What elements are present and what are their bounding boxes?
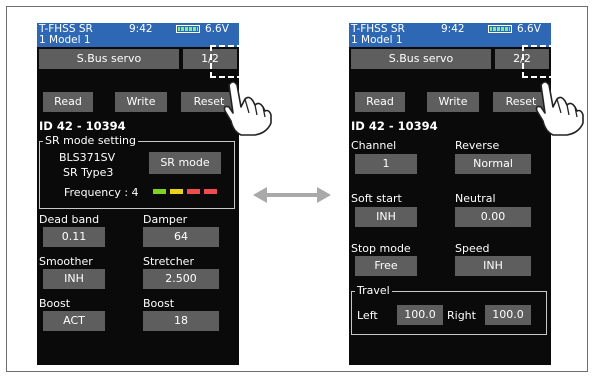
double-arrow-icon	[253, 187, 331, 203]
clock: 9:42	[441, 23, 465, 35]
sbus-servo-button[interactable]: S.Bus servo	[39, 49, 179, 69]
smoother-value[interactable]: INH	[43, 269, 105, 289]
neutral-label: Neutral	[455, 192, 496, 205]
tapping-hand-icon	[223, 81, 272, 136]
model-name: 1 Model 1	[351, 34, 403, 46]
boost-value[interactable]: ACT	[43, 311, 105, 331]
dead-band-label: Dead band	[39, 213, 100, 226]
frequency-label: Frequency : 4	[64, 186, 139, 199]
sr-mode-button[interactable]: SR mode	[149, 152, 221, 174]
page-button-highlight	[210, 45, 261, 78]
servo-type: SR Type3	[63, 166, 114, 179]
travel-right-label: Right	[447, 309, 476, 322]
reverse-label: Reverse	[455, 139, 500, 152]
stretcher-label: Stretcher	[143, 255, 194, 268]
speed-label: Speed	[455, 242, 490, 255]
stretcher-value[interactable]: 2.500	[143, 269, 219, 289]
write-button[interactable]: Write	[427, 92, 479, 112]
travel-group-title: Travel	[355, 284, 392, 297]
right-screen: T-FHSS SR 9:42 6.6V 1 Model 1 S.Bus serv…	[349, 23, 551, 365]
neutral-value[interactable]: 0.00	[455, 207, 531, 227]
travel-right-value[interactable]: 100.0	[485, 305, 531, 325]
speed-value[interactable]: INH	[455, 256, 531, 276]
channel-label: Channel	[351, 139, 397, 152]
smoother-label: Smoother	[39, 255, 93, 268]
servo-id: ID 42 - 10394	[39, 119, 126, 133]
left-screen: T-FHSS SR 9:42 6.6V 1 Model 1 S.Bus serv…	[37, 23, 239, 365]
dead-band-value[interactable]: 0.11	[43, 227, 105, 247]
damper-label: Damper	[143, 213, 188, 226]
tapping-hand-icon	[535, 81, 584, 136]
reverse-value[interactable]: Normal	[455, 154, 531, 174]
freq-bar	[153, 189, 166, 194]
status-bar: T-FHSS SR 9:42 6.6V 1 Model 1	[349, 23, 551, 47]
channel-value[interactable]: 1	[355, 154, 417, 174]
boost-level-label: Boost	[143, 297, 175, 310]
stop-mode-value[interactable]: Free	[355, 256, 417, 276]
read-button[interactable]: Read	[43, 92, 93, 112]
soft-start-value[interactable]: INH	[355, 207, 417, 227]
battery-voltage: 6.6V	[517, 23, 541, 35]
travel-left-label: Left	[357, 309, 378, 322]
model-name: 1 Model 1	[39, 34, 91, 46]
read-button[interactable]: Read	[355, 92, 405, 112]
travel-left-value[interactable]: 100.0	[397, 305, 443, 325]
freq-bar	[170, 189, 183, 194]
boost-level-value[interactable]: 18	[143, 311, 219, 331]
write-button[interactable]: Write	[115, 92, 167, 112]
soft-start-label: Soft start	[351, 192, 402, 205]
damper-value[interactable]: 64	[143, 227, 219, 247]
page-button-highlight	[522, 45, 573, 78]
boost-label: Boost	[39, 297, 71, 310]
status-bar: T-FHSS SR 9:42 6.6V 1 Model 1	[37, 23, 239, 47]
servo-name: BLS371SV	[59, 151, 116, 164]
sr-mode-group-title: SR mode setting	[43, 134, 138, 147]
freq-bar	[187, 189, 200, 194]
servo-id: ID 42 - 10394	[351, 119, 438, 133]
figure-frame: T-FHSS SR 9:42 6.6V 1 Model 1 S.Bus serv…	[6, 6, 588, 372]
battery-icon	[176, 25, 200, 33]
battery-voltage: 6.6V	[205, 23, 229, 35]
battery-icon	[488, 25, 512, 33]
stop-mode-label: Stop mode	[351, 242, 411, 255]
freq-bar	[204, 189, 217, 194]
clock: 9:42	[129, 23, 153, 35]
sbus-servo-button[interactable]: S.Bus servo	[351, 49, 491, 69]
